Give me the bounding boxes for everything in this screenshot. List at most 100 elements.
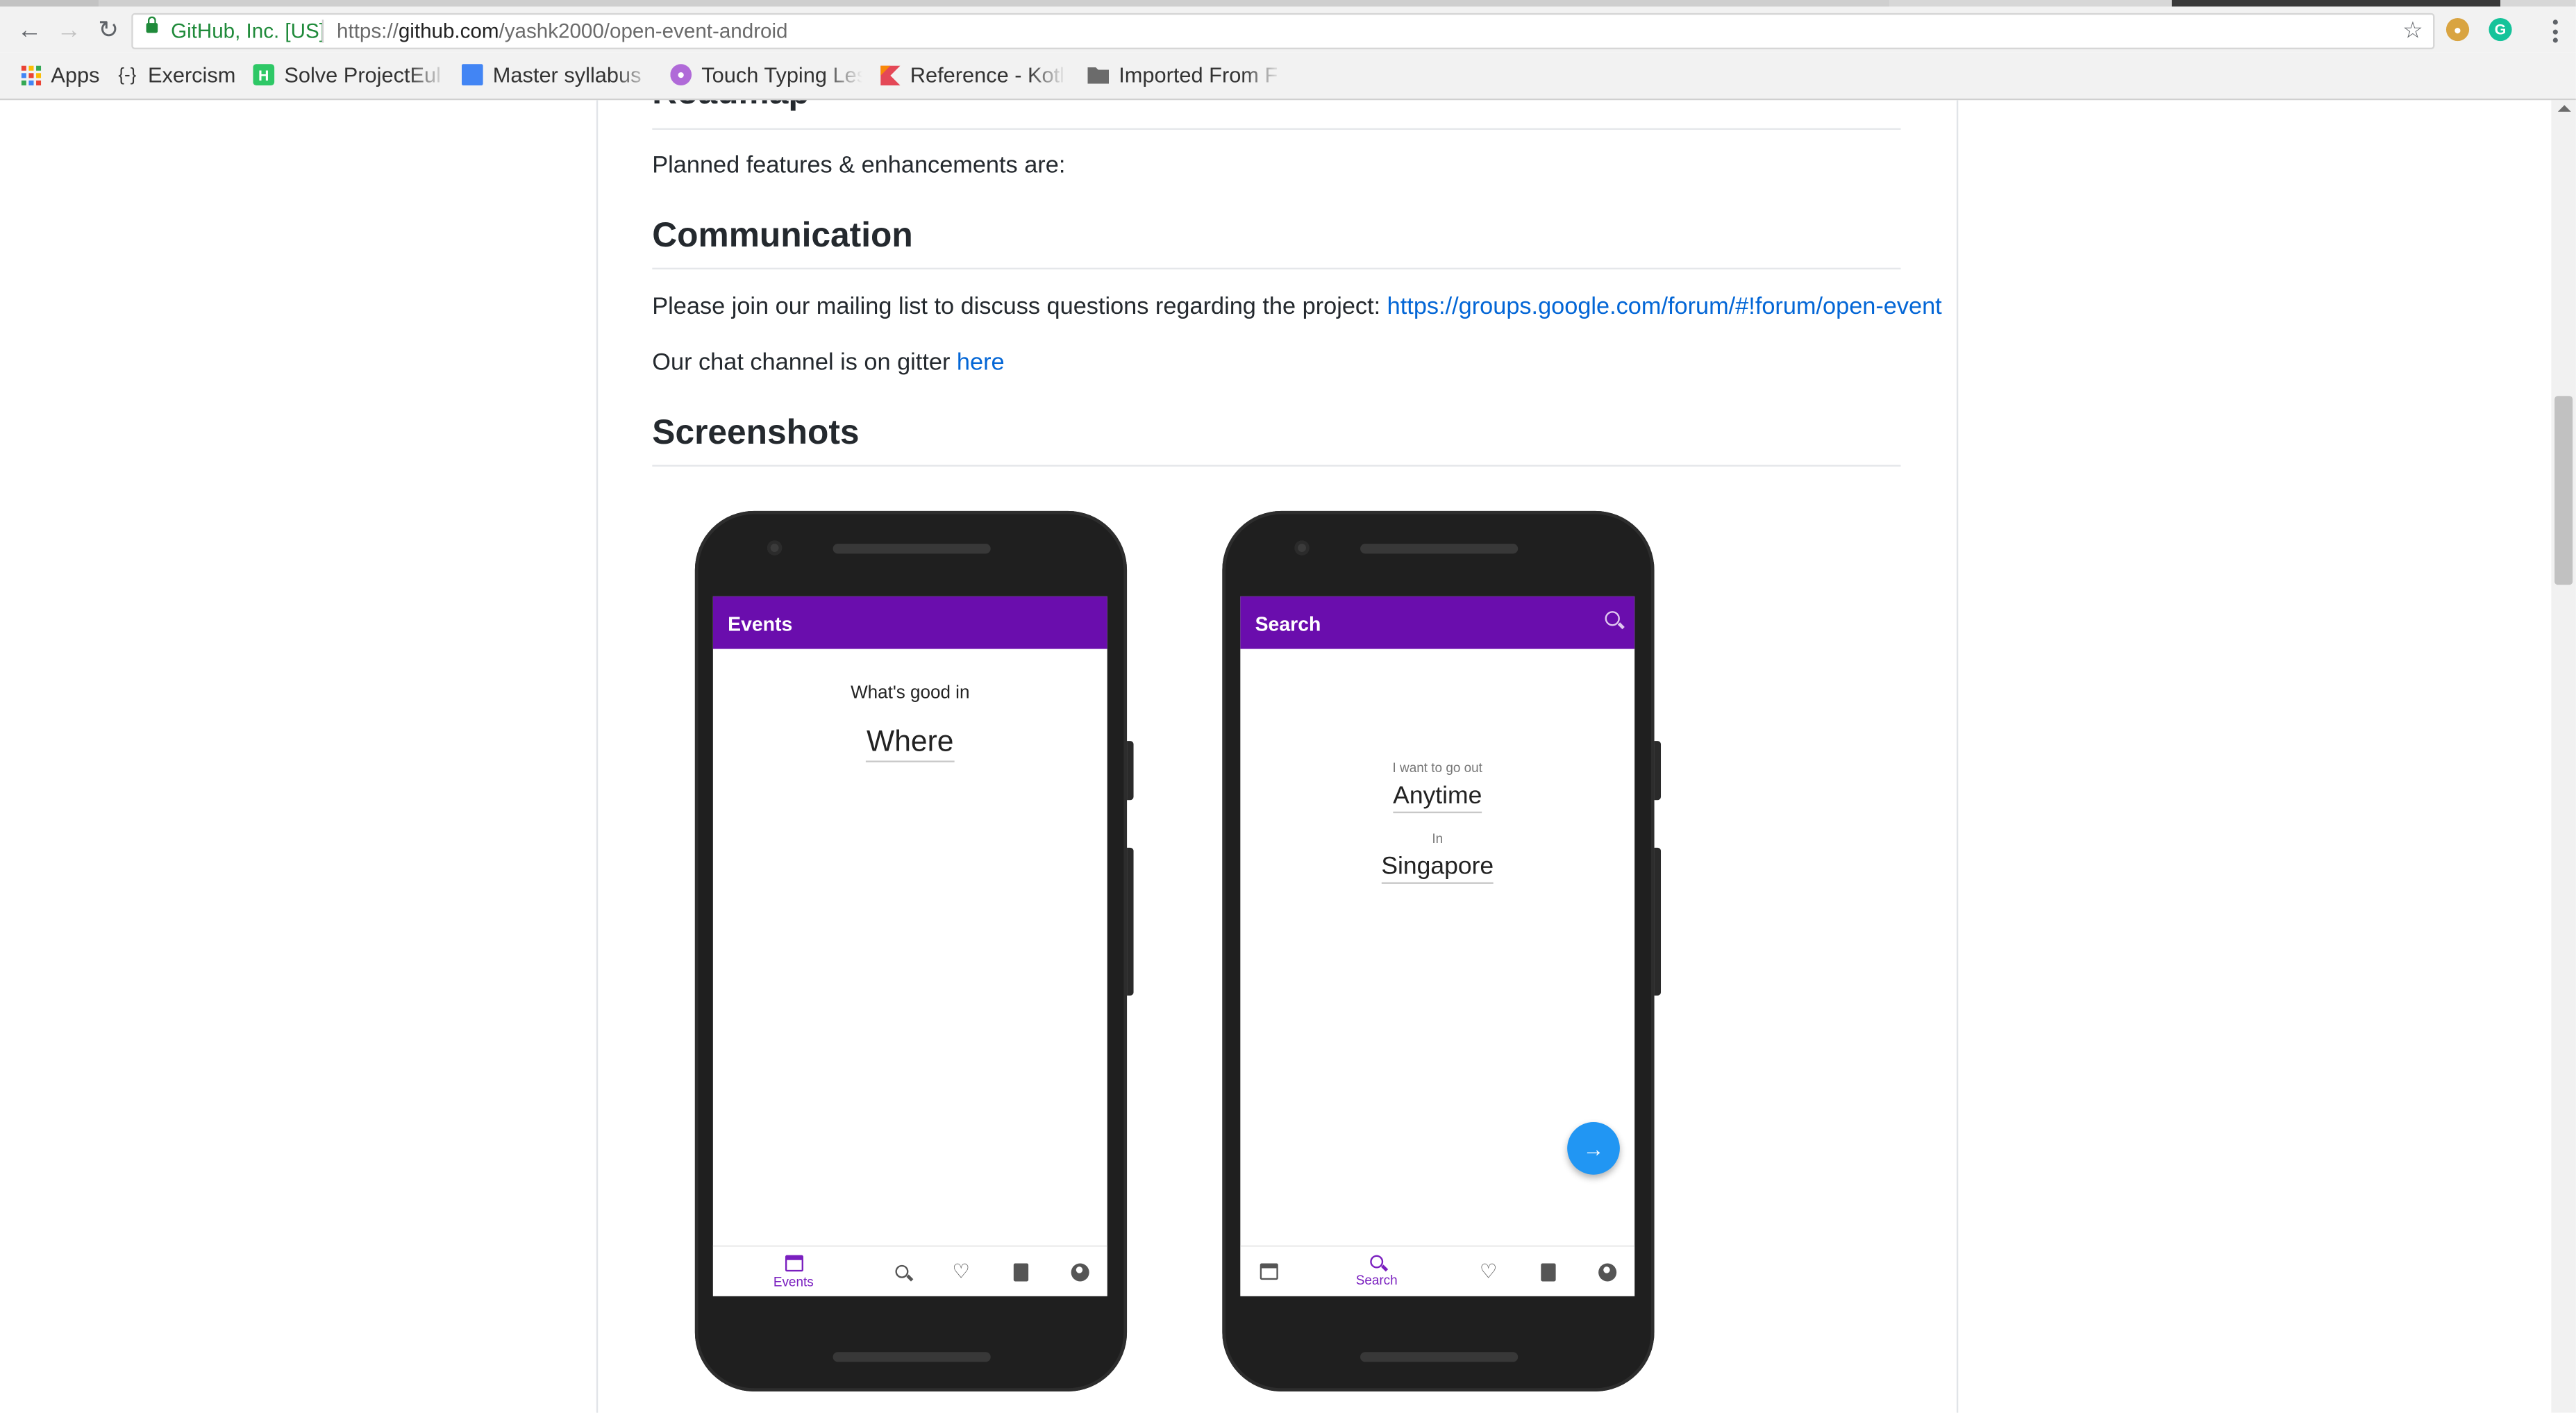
bookmark-label: Master syllabus (492, 62, 642, 87)
divider (321, 19, 324, 43)
address-bar[interactable]: GitHub, Inc. [US] https://github.com/yas… (131, 12, 2435, 49)
app-bar: Events (712, 596, 1107, 649)
bookmarks-bar: Apps {-} Exercism H Solve ProjectEul Mas… (0, 52, 2576, 101)
bookmark-label: Exercism (147, 62, 236, 87)
nav-events-label: Events (773, 1273, 814, 1289)
location-value: Singapore (1381, 853, 1494, 884)
chat-text: Our chat channel is on gitter (652, 349, 957, 376)
page-viewport: Roadmap Planned features & enhancements … (0, 100, 2576, 1413)
heart-icon: ♡ (1479, 1260, 1498, 1283)
communication-heading: Communication (652, 217, 913, 255)
search-icon (1605, 611, 1620, 626)
back-arrow-icon[interactable]: ← (15, 15, 44, 44)
search-prompt: I want to go out (1392, 760, 1482, 776)
scroll-up-arrow-icon[interactable] (2557, 105, 2571, 112)
phone-bottom-speaker (833, 1352, 991, 1362)
go-fab-button: → (1567, 1121, 1620, 1175)
calendar-icon (1259, 1263, 1278, 1280)
bookmark-projecteuler[interactable]: H Solve ProjectEul (253, 62, 446, 87)
in-label: In (1432, 831, 1444, 846)
app-bar: Search (1240, 596, 1635, 649)
phone-screenshot-events: Events What's good in Where Events ♡ (694, 510, 1134, 1392)
profile-icon (1070, 1262, 1089, 1281)
nav-search (887, 1247, 917, 1296)
nav-favorites: ♡ (1473, 1247, 1503, 1296)
apps-grid-icon (19, 64, 41, 85)
phone-screen: Search I want to go out Anytime In Singa… (1240, 596, 1635, 1296)
bookmark-exercism[interactable]: {-} Exercism (117, 62, 235, 87)
nav-search: Search (1344, 1247, 1410, 1296)
browser-toolbar: ← → ↻ GitHub, Inc. [US] https://github.c… (0, 6, 2576, 53)
tab-hint[interactable] (98, 0, 1889, 7)
scrollbar-thumb[interactable] (2554, 396, 2573, 585)
bookmark-label: Apps (51, 62, 100, 87)
screenshots-heading: Screenshots (652, 414, 860, 452)
forward-arrow-icon[interactable]: → (54, 15, 84, 44)
kotlin-icon (879, 64, 901, 85)
bookmark-label: Touch Typing Les (701, 62, 863, 87)
reload-icon[interactable]: ↻ (94, 15, 124, 44)
url-text[interactable]: https://github.com/yashk2000/open-event-… (337, 19, 788, 42)
nav-favorites: ♡ (946, 1247, 976, 1296)
bookmark-apps[interactable]: Apps (19, 62, 99, 87)
bookmark-label: Imported From F (1119, 62, 1278, 87)
bookmark-master-syllabus[interactable]: Master syllabus (461, 62, 652, 87)
phone-screenshot-search: Search I want to go out Anytime In Singa… (1222, 510, 1662, 1392)
phone-screen: Events What's good in Where Events ♡ (712, 596, 1107, 1296)
chat-paragraph: Our chat channel is on gitter here (652, 351, 1004, 375)
nav-profile (1064, 1247, 1094, 1296)
docs-icon (461, 64, 483, 86)
location-field: Where (713, 724, 1107, 762)
phone-camera (767, 540, 783, 555)
bookmark-touch-typing[interactable]: ● Touch Typing Les (670, 62, 862, 87)
gitter-link[interactable]: here (957, 350, 1005, 376)
phone-speaker (833, 544, 991, 554)
heart-icon: ♡ (952, 1260, 970, 1283)
heading-rule (652, 465, 1901, 467)
phone-speaker (1360, 544, 1519, 554)
time-value: Anytime (1393, 782, 1482, 814)
search-icon (1370, 1255, 1384, 1269)
active-tab[interactable] (2171, 0, 2501, 7)
bookmark-label: Reference - Kotl (910, 62, 1065, 87)
tab-hint[interactable] (0, 0, 99, 7)
cookie-extension-icon[interactable]: ● (2445, 18, 2470, 42)
mailing-list-paragraph: Please join our mailing list to discuss … (652, 294, 1942, 321)
time-field: Anytime (1240, 782, 1634, 814)
app-bar-title: Events (728, 612, 793, 636)
nav-events (1253, 1247, 1283, 1296)
phone-side-button (1127, 741, 1134, 801)
bookmark-label: Solve ProjectEul (284, 62, 442, 87)
ticket-icon (1540, 1262, 1555, 1281)
phone-side-button (1127, 847, 1134, 996)
phone-side-button (1654, 847, 1662, 996)
nav-events: Events (759, 1247, 828, 1296)
bookmark-star-icon[interactable]: ☆ (2402, 17, 2423, 44)
typing-icon: ● (670, 64, 692, 86)
location-field: Singapore (1240, 853, 1634, 884)
nav-tickets (1005, 1247, 1035, 1296)
site-identity[interactable]: GitHub, Inc. [US] (171, 19, 325, 42)
bookmark-imported-folder[interactable]: Imported From F (1087, 62, 1281, 87)
phone-camera (1294, 540, 1310, 555)
arrow-right-icon: → (1582, 1136, 1605, 1161)
nav-search-label: Search (1355, 1273, 1398, 1288)
lock-icon (146, 16, 158, 33)
page-scrollbar[interactable] (2551, 100, 2576, 1413)
exercism-icon: {-} (118, 65, 137, 85)
nav-profile (1592, 1247, 1622, 1296)
browser-menu-icon[interactable] (2551, 19, 2557, 43)
mailing-list-link[interactable]: https://groups.google.com/forum/#!forum/… (1387, 294, 1942, 321)
search-icon (895, 1264, 909, 1278)
calendar-icon (784, 1254, 803, 1271)
heading-rule (652, 128, 1901, 130)
url-path: /yashk2000/open-event-android (499, 19, 788, 43)
profile-icon (1597, 1262, 1616, 1281)
mailing-text: Please join our mailing list to discuss … (652, 294, 1387, 321)
events-prompt: What's good in (851, 683, 970, 703)
grammarly-extension-icon[interactable]: G (2489, 18, 2512, 42)
bookmark-kotlin-reference[interactable]: Reference - Kotl (879, 62, 1067, 87)
ticket-icon (1012, 1262, 1028, 1281)
tab-strip (0, 0, 2576, 7)
phone-side-button (1654, 741, 1662, 801)
